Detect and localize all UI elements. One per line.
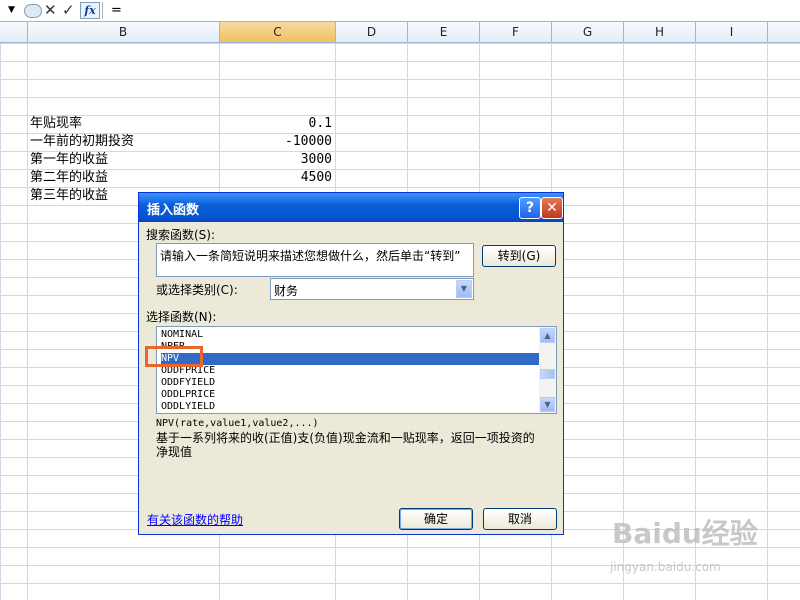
cell-b-year1-return[interactable]: 第一年的收益 bbox=[30, 151, 108, 169]
column-header-e[interactable]: E bbox=[408, 22, 480, 42]
cell-b-initial-investment[interactable]: 一年前的初期投资 bbox=[30, 133, 134, 151]
row-header-corner[interactable] bbox=[0, 22, 28, 42]
column-header-d[interactable]: D bbox=[336, 22, 408, 42]
function-list-item-selected[interactable]: NPV bbox=[161, 353, 539, 365]
search-function-label: 搜索函数(S): bbox=[146, 228, 216, 242]
cell-b-year2-return[interactable]: 第二年的收益 bbox=[30, 169, 108, 187]
function-list-scrollbar[interactable]: ▲ ▼ bbox=[539, 327, 556, 413]
formula-separator bbox=[102, 2, 103, 19]
category-label: 或选择类别(C): bbox=[156, 283, 238, 297]
category-value: 财务 bbox=[274, 284, 299, 298]
highlight-annotation bbox=[145, 346, 203, 367]
chevron-down-icon[interactable]: ▼ bbox=[456, 280, 472, 298]
formula-bar-expand-icon[interactable] bbox=[24, 4, 42, 18]
column-header-h[interactable]: H bbox=[624, 22, 696, 42]
watermark-logo: Baidu经验 bbox=[612, 517, 758, 550]
search-function-text: 请输入一条简短说明来描述您想做什么，然后单击“转到” bbox=[160, 249, 461, 263]
insert-function-icon[interactable]: fx bbox=[80, 2, 100, 19]
grid-line bbox=[767, 43, 768, 600]
scroll-thumb[interactable] bbox=[540, 369, 555, 379]
cell-c-initial-investment[interactable]: -10000 bbox=[222, 133, 332, 151]
function-list-item[interactable]: ODDFYIELD bbox=[161, 377, 539, 389]
column-header-b[interactable]: B bbox=[27, 22, 220, 42]
column-header-c[interactable]: C bbox=[220, 22, 336, 42]
cell-c-year1-return[interactable]: 3000 bbox=[222, 151, 332, 169]
cancel-entry-icon[interactable]: ✕ bbox=[44, 1, 57, 19]
function-list-item[interactable]: ODDLPRICE bbox=[161, 389, 539, 401]
cell-b-discount-rate[interactable]: 年贴现率 bbox=[30, 115, 82, 133]
scroll-up-icon[interactable]: ▲ bbox=[540, 328, 555, 343]
close-icon[interactable]: ✕ bbox=[541, 197, 563, 219]
column-header-g[interactable]: G bbox=[552, 22, 624, 42]
function-description: 基于一系列将来的收(正值)支(负值)现金流和一贴现率，返回一项投资的净现值 bbox=[156, 431, 535, 459]
column-header-row: B C D E F G H I bbox=[0, 22, 800, 43]
cancel-button[interactable]: 取消 bbox=[483, 508, 557, 530]
grid-line bbox=[27, 43, 28, 600]
function-list[interactable]: NOMINAL NPER NPV ODDFPRICE ODDFYIELD ODD… bbox=[156, 326, 557, 414]
watermark-url: jingyan.baidu.com bbox=[610, 560, 721, 574]
select-function-label: 选择函数(N): bbox=[146, 310, 217, 324]
function-list-item[interactable]: NPER bbox=[161, 341, 539, 353]
function-syntax: NPV(rate,value1,value2,...) bbox=[156, 418, 319, 429]
cell-c-year2-return[interactable]: 4500 bbox=[222, 169, 332, 187]
function-list-item[interactable]: ODDLYIELD bbox=[161, 401, 539, 413]
formula-bar: ▼ ✕ ✓ fx = bbox=[0, 0, 800, 22]
name-box-dropdown-icon[interactable]: ▼ bbox=[8, 5, 15, 15]
function-list-item[interactable]: ODDFPRICE bbox=[161, 365, 539, 377]
formula-input[interactable]: = bbox=[111, 3, 122, 18]
help-icon[interactable]: ? bbox=[519, 197, 541, 219]
cell-b-year3-return[interactable]: 第三年的收益 bbox=[30, 187, 108, 205]
category-select[interactable]: 财务 ▼ bbox=[270, 278, 474, 300]
function-list-item[interactable]: NOMINAL bbox=[161, 329, 539, 341]
search-function-input[interactable]: 请输入一条简短说明来描述您想做什么，然后单击“转到” bbox=[156, 243, 474, 277]
cell-c-discount-rate[interactable]: 0.1 bbox=[222, 115, 332, 133]
function-help-link[interactable]: 有关该函数的帮助 bbox=[147, 511, 243, 528]
ok-button[interactable]: 确定 bbox=[399, 508, 473, 530]
dialog-titlebar[interactable]: 插入函数 ? ✕ bbox=[139, 193, 563, 222]
enter-entry-icon[interactable]: ✓ bbox=[62, 1, 75, 19]
dialog-title: 插入函数 bbox=[147, 203, 200, 218]
scroll-down-icon[interactable]: ▼ bbox=[540, 397, 555, 412]
go-button[interactable]: 转到(G) bbox=[482, 245, 556, 267]
column-header-f[interactable]: F bbox=[480, 22, 552, 42]
column-header-i[interactable]: I bbox=[696, 22, 768, 42]
